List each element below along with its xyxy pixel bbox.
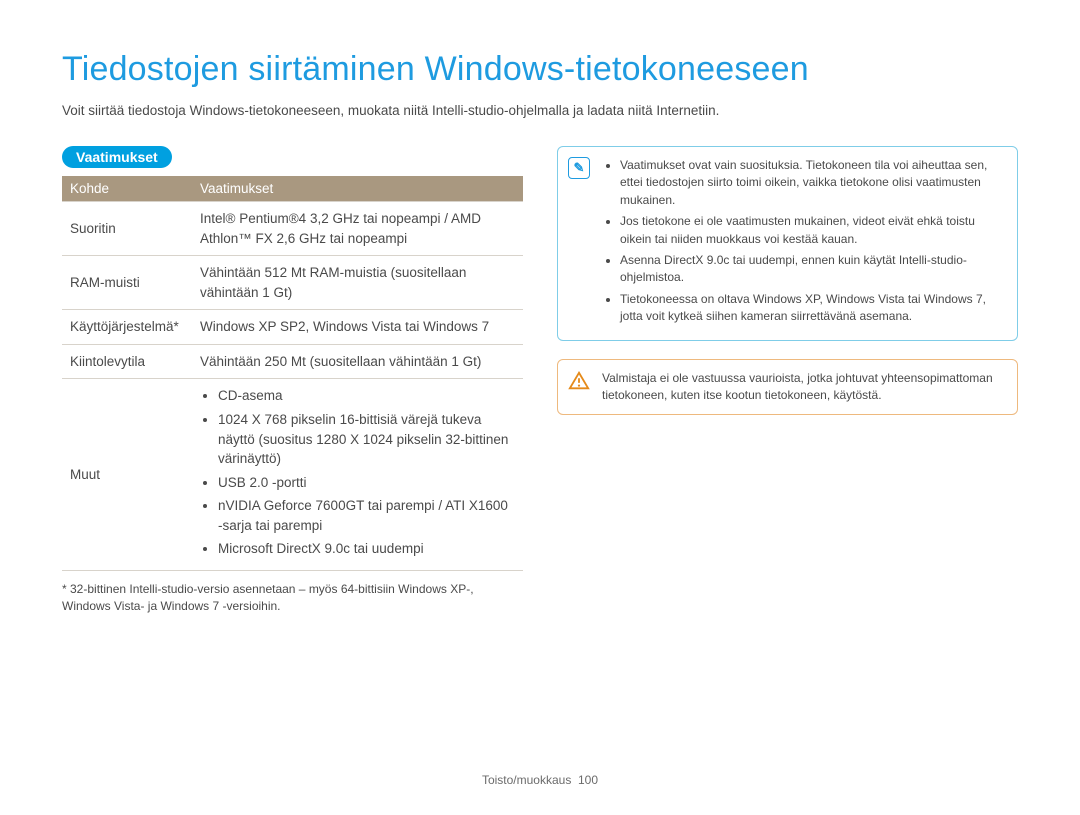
- column-header-item: Kohde: [62, 176, 192, 202]
- note-icon: ✎: [568, 157, 590, 179]
- note-item: Jos tietokone ei ole vaatimusten mukaine…: [620, 213, 1003, 248]
- note-item: Vaatimukset ovat vain suosituksia. Tieto…: [620, 157, 1003, 209]
- cell-label: Käyttöjärjestelmä*: [62, 310, 192, 345]
- list-item: USB 2.0 -portti: [218, 473, 515, 493]
- note-item: Asenna DirectX 9.0c tai uudempi, ennen k…: [620, 252, 1003, 287]
- table-row: RAM-muisti Vähintään 512 Mt RAM-muistia …: [62, 256, 523, 310]
- intro-text: Voit siirtää tiedostoja Windows-tietokon…: [62, 103, 1018, 118]
- warning-text: Valmistaja ei ole vastuussa vaurioista, …: [602, 370, 1003, 405]
- list-item: CD-asema: [218, 386, 515, 406]
- cell-value: Vähintään 512 Mt RAM-muistia (suositella…: [192, 256, 523, 310]
- page-footer: Toisto/muokkaus 100: [0, 773, 1080, 787]
- table-row: Kiintolevytila Vähintään 250 Mt (suosite…: [62, 344, 523, 379]
- footnote: * 32-bittinen Intelli-studio-versio asen…: [62, 581, 523, 615]
- column-header-requirement: Vaatimukset: [192, 176, 523, 202]
- warning-callout: Valmistaja ei ole vastuussa vaurioista, …: [557, 359, 1018, 416]
- list-item: nVIDIA Geforce 7600GT tai parempi / ATI …: [218, 496, 515, 535]
- requirements-table: Kohde Vaatimukset Suoritin Intel® Pentiu…: [62, 176, 523, 571]
- cell-value: CD-asema 1024 X 768 pikselin 16-bittisiä…: [192, 379, 523, 571]
- cell-value: Windows XP SP2, Windows Vista tai Window…: [192, 310, 523, 345]
- list-item: Microsoft DirectX 9.0c tai uudempi: [218, 539, 515, 559]
- note-item: Tietokoneessa on oltava Windows XP, Wind…: [620, 291, 1003, 326]
- cell-label: Kiintolevytila: [62, 344, 192, 379]
- table-row: Muut CD-asema 1024 X 768 pikselin 16-bit…: [62, 379, 523, 571]
- breadcrumb: Toisto/muokkaus: [482, 773, 571, 787]
- cell-label: Muut: [62, 379, 192, 571]
- cell-value: Vähintään 250 Mt (suositellaan vähintään…: [192, 344, 523, 379]
- cell-label: RAM-muisti: [62, 256, 192, 310]
- table-row: Käyttöjärjestelmä* Windows XP SP2, Windo…: [62, 310, 523, 345]
- cell-label: Suoritin: [62, 202, 192, 256]
- warning-icon: [568, 370, 590, 392]
- note-callout: ✎ Vaatimukset ovat vain suosituksia. Tie…: [557, 146, 1018, 341]
- page-title: Tiedostojen siirtäminen Windows-tietokon…: [62, 50, 1018, 89]
- cell-value: Intel® Pentium®4 3,2 GHz tai nopeampi / …: [192, 202, 523, 256]
- table-row: Suoritin Intel® Pentium®4 3,2 GHz tai no…: [62, 202, 523, 256]
- page-number: 100: [578, 773, 598, 787]
- section-heading: Vaatimukset: [62, 146, 172, 168]
- list-item: 1024 X 768 pikselin 16-bittisiä värejä t…: [218, 410, 515, 469]
